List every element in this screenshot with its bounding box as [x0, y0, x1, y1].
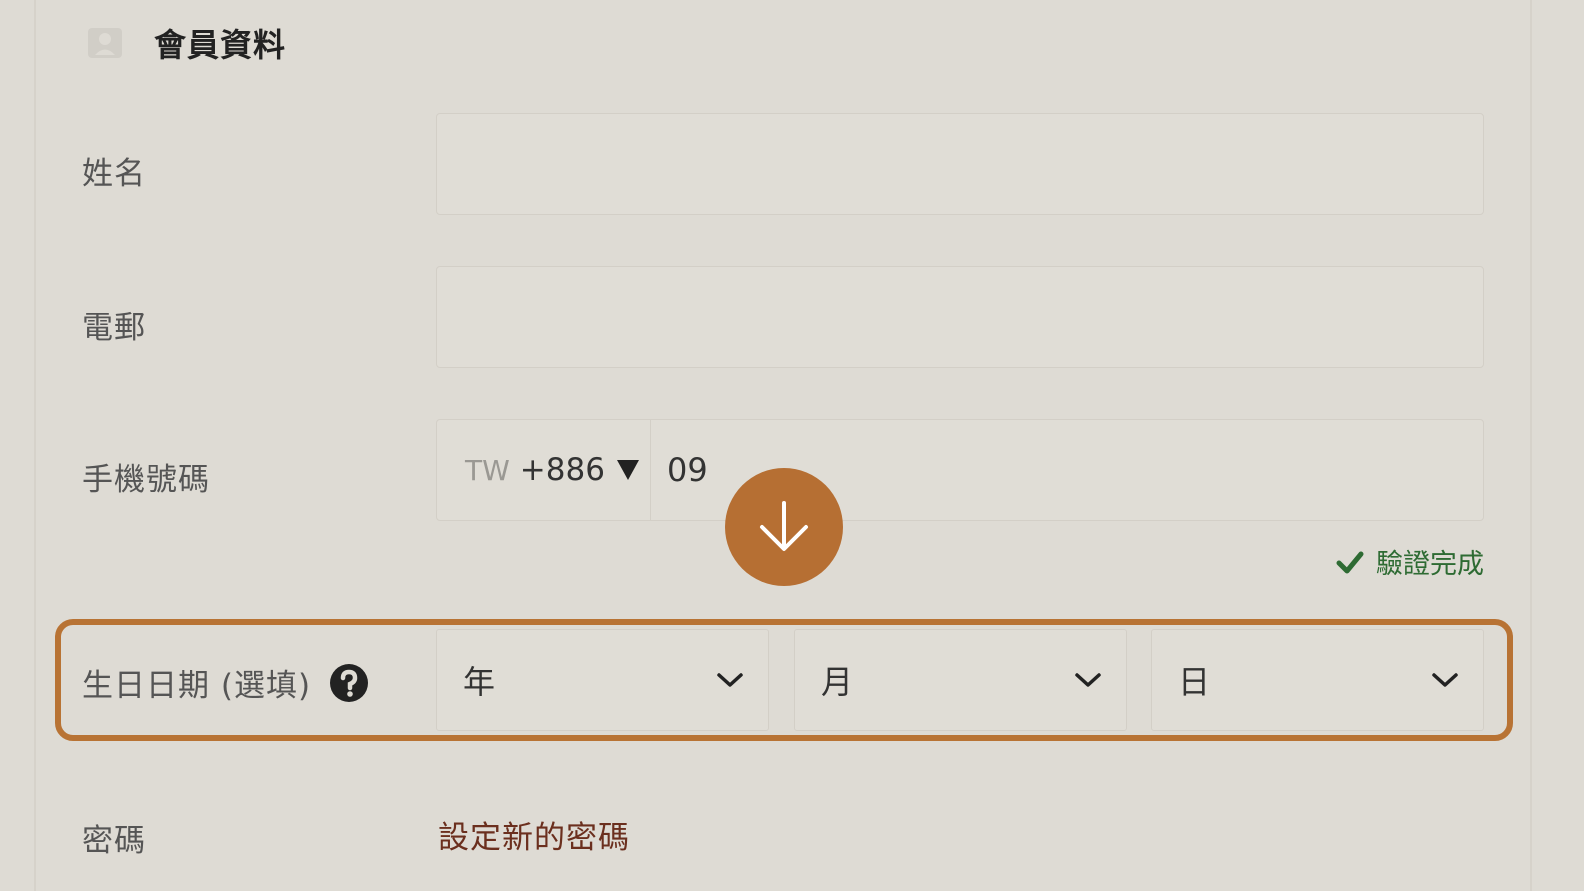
birth-year-select[interactable]: 年 — [436, 629, 769, 731]
caret-down-icon — [616, 460, 639, 480]
birthday-label-group: 生日日期 (選填) — [82, 660, 369, 705]
birth-year-text: 年 — [463, 663, 496, 701]
section-title: 會員資料 — [154, 26, 287, 64]
name-label: 姓名 — [82, 156, 146, 192]
question-circle-icon[interactable] — [329, 663, 369, 703]
person-icon — [88, 28, 122, 58]
birth-day-select[interactable]: 日 — [1151, 629, 1484, 731]
dial-code: +886 — [519, 452, 605, 488]
scroll-down-button[interactable] — [725, 468, 843, 586]
name-input[interactable] — [436, 113, 1484, 215]
chevron-down-icon — [717, 673, 743, 687]
country-abbr: TW — [465, 453, 510, 487]
chevron-down-icon — [1075, 673, 1101, 687]
birth-month-text: 月 — [821, 663, 854, 701]
verification-text: 驗證完成 — [1376, 549, 1484, 580]
birth-day-text: 日 — [1178, 663, 1211, 701]
birth-month-select[interactable]: 月 — [794, 629, 1127, 731]
country-code-select[interactable]: TW +886 — [437, 420, 651, 520]
check-icon — [1336, 551, 1364, 573]
chevron-down-icon — [1432, 673, 1458, 687]
birthday-label: 生日日期 (選填) — [82, 668, 312, 704]
password-label: 密碼 — [82, 823, 146, 859]
set-new-password-link[interactable]: 設定新的密碼 — [438, 812, 630, 857]
email-label: 電郵 — [82, 310, 146, 346]
section-header: 會員資料 — [86, 18, 286, 68]
phone-label: 手機號碼 — [82, 462, 210, 498]
verification-status: 驗證完成 — [1336, 542, 1484, 581]
phone-number-input[interactable]: 09 — [651, 451, 708, 489]
member-profile-page: 會員資料 姓名 電郵 手機號碼 TW +886 09 驗證完成 生日日期 (選填… — [0, 0, 1584, 891]
email-input[interactable] — [436, 266, 1484, 368]
arrow-down-icon — [760, 501, 808, 551]
phone-field: TW +886 09 — [436, 419, 1484, 521]
